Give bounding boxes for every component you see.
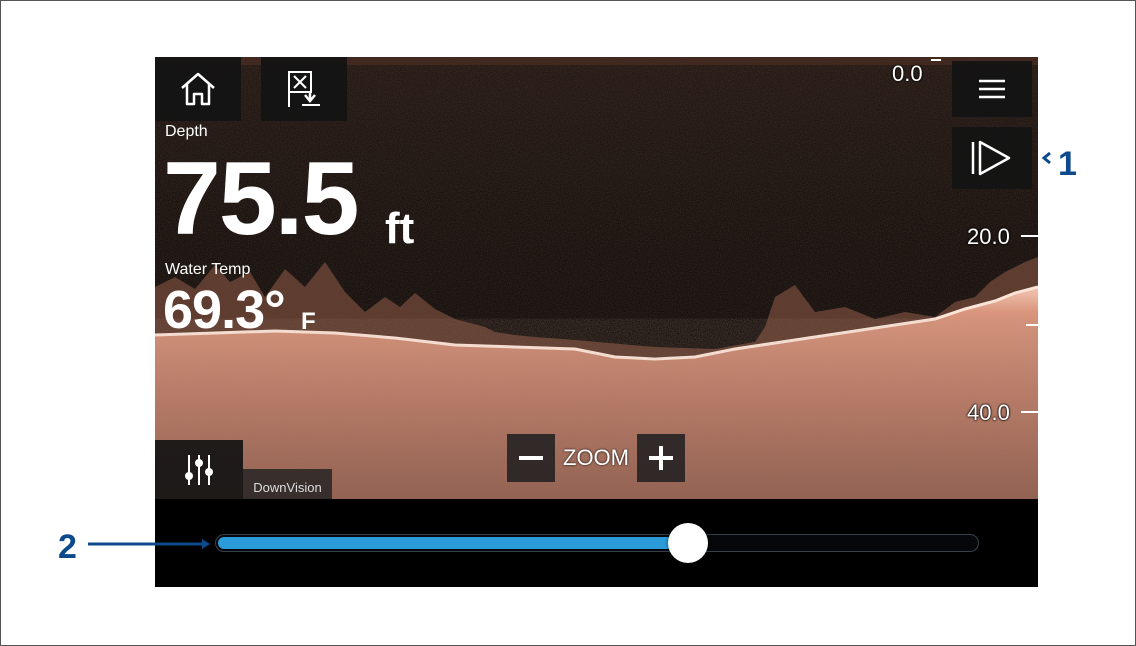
depth-scale-tick: [1026, 324, 1038, 326]
zoom-out-button[interactable]: [507, 434, 555, 482]
play-scroll-icon: [971, 140, 1011, 176]
depth-scale-label: 20.0: [967, 224, 1010, 249]
home-button[interactable]: [155, 57, 241, 121]
depth-scale-tick: [1021, 411, 1038, 413]
waypoint-button[interactable]: [261, 57, 347, 121]
hamburger-menu-icon: [979, 79, 1005, 99]
sonar-settings-button[interactable]: [155, 440, 243, 499]
depth-scale-label: 40.0: [967, 400, 1010, 425]
depth-scale-label: 0.0: [892, 61, 923, 86]
sliders-icon: [185, 454, 213, 485]
callout-2: 2: [58, 528, 77, 566]
minus-icon: [519, 456, 543, 460]
callout-2-pointer: [88, 539, 210, 549]
sonar-mode-label: DownVision: [243, 469, 332, 499]
callout-1: 1: [1058, 145, 1077, 183]
history-slider-fill: [218, 537, 688, 549]
callout-1-pointer: [1041, 151, 1051, 165]
history-slider-thumb[interactable]: [667, 523, 708, 563]
menu-button[interactable]: [952, 61, 1032, 117]
depth-scale-tick: [931, 59, 941, 61]
fishfinder-screen: Depth 75.5 ft Water Temp 69.3° F 0.0 20.…: [155, 57, 1038, 587]
home-icon: [181, 72, 215, 106]
waypoint-flag-icon: [288, 71, 320, 107]
scroll-resume-button[interactable]: [952, 127, 1032, 189]
sonar-image: [155, 57, 1038, 499]
water-temp-label: Water Temp: [165, 261, 251, 278]
depth-unit: ft: [385, 204, 415, 253]
depth-value: 75.5: [163, 141, 359, 257]
depth-label: Depth: [165, 123, 208, 140]
zoom-in-button[interactable]: [637, 434, 685, 482]
water-temp-value: 69.3°: [163, 280, 286, 340]
plus-icon: [649, 446, 673, 470]
water-temp-unit: F: [301, 308, 316, 335]
zoom-label: ZOOM: [563, 445, 629, 470]
depth-scale-tick: [1021, 235, 1038, 237]
